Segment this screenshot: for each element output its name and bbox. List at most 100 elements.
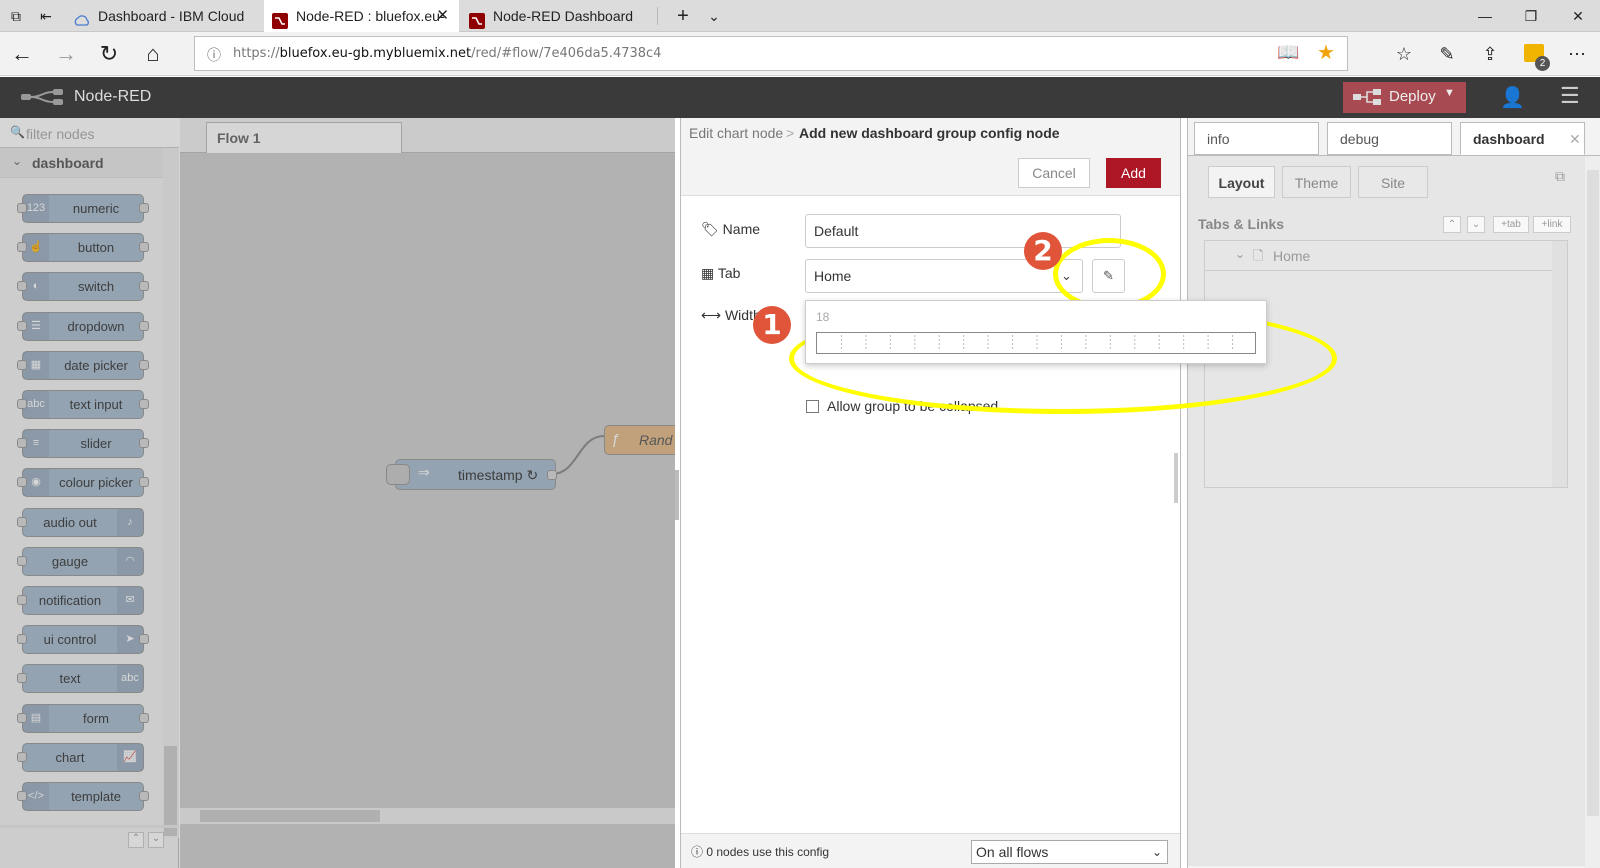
tab-site[interactable]: Site (1358, 166, 1428, 198)
breadcrumb-parent[interactable]: Edit chart node (689, 125, 783, 141)
tree-scrollbar[interactable] (1552, 241, 1567, 487)
close-icon[interactable]: ✕ (1569, 123, 1581, 155)
width-field-label: ⟷ Width (701, 307, 761, 324)
config-usage: ⓘ 0 nodes use this config (691, 843, 829, 860)
sidebar-tab-debug[interactable]: debug (1327, 122, 1452, 155)
sidebar-tab-info[interactable]: info (1194, 122, 1319, 155)
cloud-icon (74, 8, 90, 26)
deploy-label: Deploy (1389, 88, 1436, 105)
info-icon: ⓘ (207, 47, 221, 63)
url-text: https://bluefox.eu-gb.mybluemix.net/red/… (233, 46, 661, 61)
chevron-down-icon[interactable]: ⌄ (1235, 247, 1245, 261)
annotation-badge-2: 2 (1024, 232, 1062, 270)
modal-shade (0, 118, 675, 868)
refresh-icon[interactable]: ↻ (95, 40, 123, 68)
chevron-down-icon[interactable]: ⌄ (704, 6, 724, 26)
pen-icon[interactable]: ✎ (1433, 40, 1461, 68)
url-prefix: https:// (233, 46, 280, 61)
tab-divider (657, 7, 658, 25)
add-link-button[interactable]: +link (1533, 216, 1571, 233)
deploy-icon (1353, 88, 1381, 110)
chevron-down-icon: ⌄ (1152, 845, 1163, 859)
sidebar: info debug dashboard ✕ Layout Theme Site… (1187, 118, 1600, 868)
expand-all-icon[interactable]: ⌄ (1467, 216, 1485, 233)
home-icon[interactable]: ⌂ (139, 40, 167, 68)
share-icon[interactable]: ⇪ (1476, 40, 1504, 68)
close-window-icon[interactable]: ✕ (1568, 6, 1588, 26)
info-circle-icon: ⓘ (691, 845, 704, 859)
workspace-splitter[interactable] (675, 470, 679, 520)
tag-icon: 🏷 (701, 221, 719, 237)
reading-view-icon[interactable]: 📖 (1277, 42, 1299, 63)
user-icon[interactable]: 👤 (1500, 85, 1525, 110)
file-icon: 🗋 (1253, 248, 1264, 263)
usage-text: 0 nodes use this config (706, 845, 830, 859)
add-button[interactable]: Add (1106, 158, 1161, 188)
more-icon[interactable]: ⋯ (1563, 40, 1591, 68)
annotation-badge-1: 1 (753, 306, 791, 344)
name-label-text: Name (722, 221, 761, 237)
tab-select-value: Home (814, 268, 852, 284)
width-size-picker[interactable]: 18 (805, 300, 1267, 364)
tree-item-home[interactable]: ⌄ 🗋 Home (1205, 241, 1552, 271)
arrows-horizontal-icon: ⟷ (701, 307, 722, 323)
tab-title: Node-RED Dashboard (493, 8, 634, 24)
sidebar-tab-dashboard[interactable]: dashboard ✕ (1460, 122, 1585, 155)
back-icon[interactable]: ← (8, 40, 36, 68)
set-aside-tabs-icon[interactable]: ⇤ (36, 6, 56, 26)
width-grid[interactable] (816, 332, 1256, 354)
breadcrumb-separator: > (786, 125, 795, 141)
url-path: /red/#flow/7e406da5.4738c4 (471, 46, 662, 61)
sidebar-scrollbar[interactable] (1585, 156, 1600, 868)
favorites-hub-icon[interactable]: ☆ (1390, 40, 1418, 68)
name-field-label: 🏷 Name (701, 221, 760, 238)
tab-label: dashboard (1473, 131, 1545, 147)
node-red-header: Node-RED Deploy ▼ 👤 ☰ (0, 77, 1600, 118)
browser-tab-node-red[interactable]: Node-RED : bluefox.eu- ✕ (264, 0, 459, 32)
node-red-favicon-icon (272, 8, 288, 29)
tab-title: Node-RED : bluefox.eu- (296, 8, 445, 24)
external-link-icon[interactable]: ⧉ (1555, 168, 1565, 185)
tray-title: Add new dashboard group config node (799, 125, 1060, 141)
url-host: bluefox.eu-gb.mybluemix.net (279, 46, 472, 61)
node-red-favicon-icon (469, 8, 485, 29)
tray-footer: ⓘ 0 nodes use this config On all flows ⌄ (681, 833, 1180, 868)
favorite-star-icon[interactable]: ★ (1317, 40, 1335, 65)
tab-field-label: ▦ Tab (701, 265, 740, 282)
url-field[interactable]: ⓘ https://bluefox.eu-gb.mybluemix.net/re… (194, 36, 1348, 71)
tab-label-text: Tab (717, 265, 741, 281)
edit-tray: Edit chart node > Add new dashboard grou… (680, 118, 1267, 868)
tab-list-icon[interactable]: ⧉ (6, 6, 26, 26)
tree-item-label: Home (1273, 248, 1311, 264)
collapse-checkbox[interactable] (806, 400, 819, 413)
tab-theme[interactable]: Theme (1282, 166, 1351, 198)
width-value: 18 (816, 310, 830, 324)
collapse-all-icon[interactable]: ⌃ (1443, 216, 1461, 233)
tray-resize-handle[interactable] (1174, 453, 1178, 503)
new-tab-icon[interactable]: + (673, 6, 693, 26)
scrollbar-thumb[interactable] (1587, 170, 1599, 816)
add-tab-button[interactable]: +tab (1493, 216, 1529, 233)
cancel-button[interactable]: Cancel (1018, 158, 1090, 188)
tab-layout[interactable]: Layout (1208, 166, 1275, 198)
restore-icon[interactable]: ❐ (1521, 6, 1541, 26)
scope-value: On all flows (976, 844, 1049, 860)
minimize-icon[interactable]: — (1475, 6, 1495, 26)
close-tab-icon[interactable]: ✕ (436, 0, 449, 32)
section-title: Tabs & Links (1198, 216, 1285, 232)
tray-header: Edit chart node > Add new dashboard grou… (681, 118, 1180, 196)
browser-tab-ibm-cloud[interactable]: Dashboard - IBM Cloud (66, 0, 262, 32)
forward-icon[interactable]: → (52, 40, 80, 68)
browser-tab-dashboard[interactable]: Node-RED Dashboard (461, 0, 656, 32)
table-icon: ▦ (701, 265, 715, 281)
browser-tab-bar: ⧉ ⇤ Dashboard - IBM Cloud Node-RED : blu… (0, 0, 1600, 32)
caret-down-icon[interactable]: ▼ (1444, 87, 1455, 99)
name-input[interactable]: Default (805, 214, 1121, 248)
node-red-logo-icon (20, 87, 66, 110)
address-bar: ← → ↻ ⌂ ⓘ https://bluefox.eu-gb.mybluemi… (0, 32, 1600, 76)
extension-badge: 2 (1535, 56, 1550, 71)
menu-icon[interactable]: ☰ (1560, 83, 1580, 109)
width-grid-ticks (840, 335, 1234, 351)
scope-select[interactable]: On all flows ⌄ (971, 840, 1168, 864)
deploy-button[interactable]: Deploy ▼ (1343, 82, 1466, 113)
